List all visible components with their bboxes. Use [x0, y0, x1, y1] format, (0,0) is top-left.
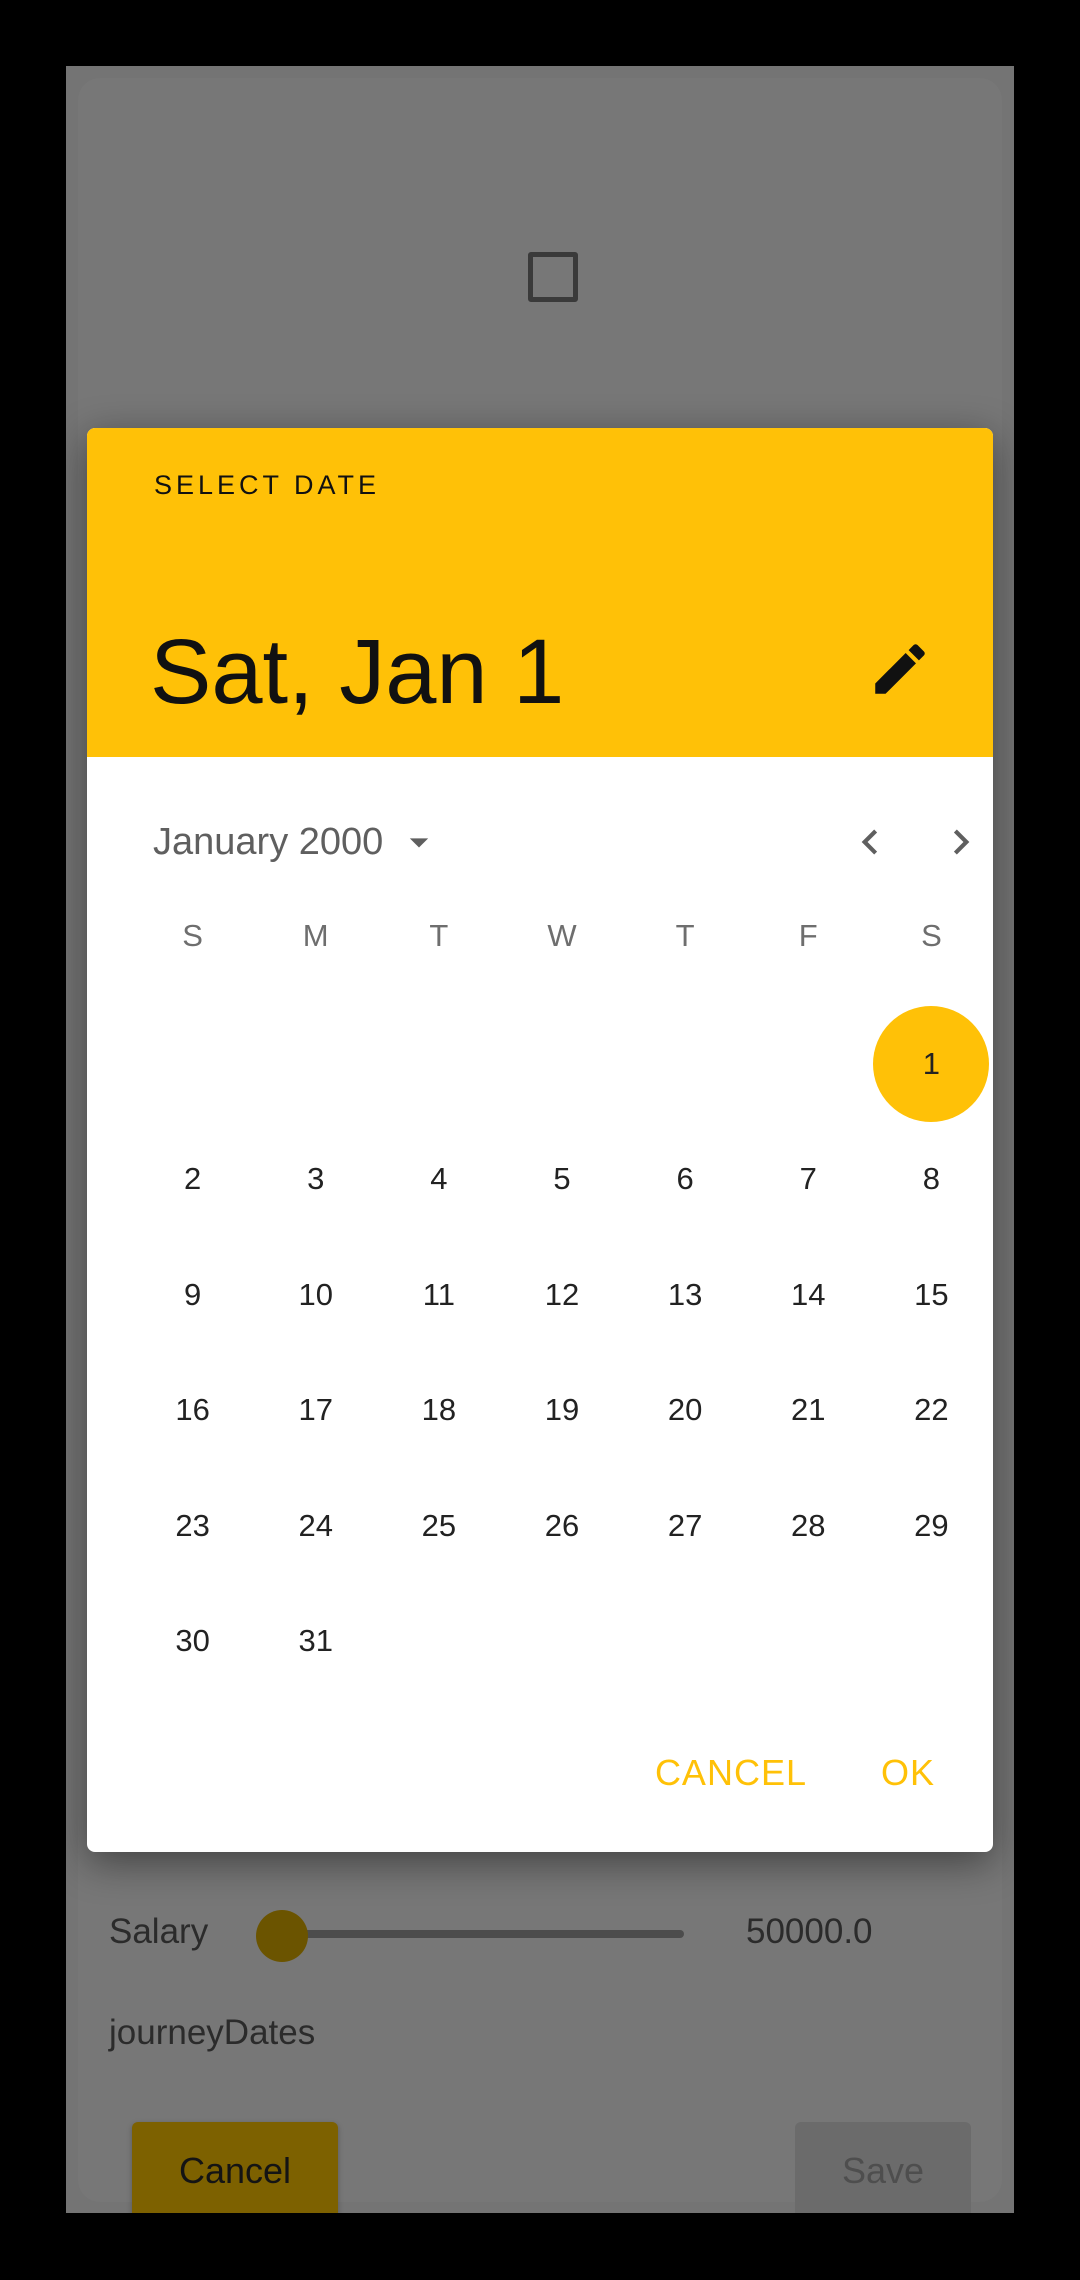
calendar-day[interactable]: 18 — [377, 1353, 500, 1469]
weekday-header-row: S M T W T F S — [131, 918, 993, 968]
calendar-week-row: 16 17 18 19 20 21 22 — [131, 1353, 993, 1469]
empty-day-cell — [377, 1006, 500, 1122]
calendar-day[interactable]: 27 — [624, 1468, 747, 1584]
calendar-day[interactable]: 5 — [500, 1122, 623, 1238]
calendar-day[interactable]: 19 — [500, 1353, 623, 1469]
salary-label: Salary — [109, 1912, 209, 1951]
month-year-selector[interactable]: January 2000 — [153, 802, 441, 882]
calendar-day[interactable]: 21 — [747, 1353, 870, 1469]
calendar-day[interactable]: 30 — [131, 1584, 254, 1700]
selected-date-text: Sat, Jan 1 — [150, 621, 565, 723]
form-cancel-button[interactable]: Cancel — [132, 2122, 338, 2213]
dialog-ok-button[interactable]: OK — [881, 1738, 935, 1808]
dialog-actions: CANCEL OK — [655, 1738, 935, 1808]
calendar-week-row: 9 10 11 12 13 14 15 — [131, 1237, 993, 1353]
select-date-label: SELECT DATE — [154, 470, 381, 500]
calendar-day[interactable]: 3 — [254, 1122, 377, 1238]
previous-month-button[interactable] — [828, 800, 912, 884]
date-picker-header: SELECT DATE Sat, Jan 1 — [87, 428, 993, 757]
empty-day-cell — [747, 1584, 870, 1700]
calendar-day[interactable]: 8 — [870, 1122, 993, 1238]
calendar-week-row: 2345678 — [131, 1122, 993, 1238]
empty-day-cell — [870, 1584, 993, 1700]
next-month-button[interactable] — [919, 800, 993, 884]
journey-dates-label: journeyDates — [109, 2013, 316, 2052]
calendar-week-row: 23 24 25 26 27 28 29 — [131, 1468, 993, 1584]
empty-day-cell — [500, 1584, 623, 1700]
empty-day-cell — [747, 1006, 870, 1122]
form-save-button[interactable]: Save — [795, 2122, 971, 2213]
dialog-cancel-button[interactable]: CANCEL — [655, 1738, 807, 1808]
month-year-label: January 2000 — [153, 820, 384, 863]
calendar-week-row: 30 31 — [131, 1584, 993, 1700]
calendar-day[interactable]: 25 — [377, 1468, 500, 1584]
empty-day-cell — [131, 1006, 254, 1122]
calendar-day[interactable]: 13 — [624, 1237, 747, 1353]
calendar-day[interactable]: 12 — [500, 1237, 623, 1353]
weekday-label: W — [547, 918, 577, 953]
calendar-day[interactable]: 6 — [624, 1122, 747, 1238]
calendar-grid: S M T W T F S 1 2 3 4 5 6 7 8 9 10 11 12 13 14 15 16 17 1… — [131, 918, 993, 1699]
calendar-day[interactable]: 1 — [870, 1006, 993, 1122]
calendar-day[interactable]: 7 — [747, 1122, 870, 1238]
chevron-left-icon — [861, 829, 878, 855]
calendar-day[interactable]: 16 — [131, 1353, 254, 1469]
empty-day-cell — [500, 1006, 623, 1122]
calendar-day[interactable]: 20 — [624, 1353, 747, 1469]
calendar-day[interactable]: 31 — [254, 1584, 377, 1700]
salary-slider-track[interactable] — [284, 1930, 684, 1938]
calendar-day[interactable]: 9 — [131, 1237, 254, 1353]
dropdown-arrow-icon — [410, 838, 429, 848]
weekday-label: S — [182, 918, 203, 953]
calendar-day[interactable]: 2 — [131, 1122, 254, 1238]
calendar-day[interactable]: 29 — [870, 1468, 993, 1584]
calendar-week-row: 1 — [131, 1006, 993, 1122]
edit-pencil-icon[interactable] — [867, 636, 933, 702]
calendar-day[interactable]: 4 — [377, 1122, 500, 1238]
chevron-right-icon — [953, 829, 970, 855]
calendar-day[interactable]: 24 — [254, 1468, 377, 1584]
empty-day-cell — [624, 1584, 747, 1700]
checkbox[interactable] — [528, 252, 578, 302]
weekday-label: S — [921, 918, 942, 953]
empty-day-cell — [254, 1006, 377, 1122]
calendar-day[interactable]: 10 — [254, 1237, 377, 1353]
calendar-day[interactable]: 26 — [500, 1468, 623, 1584]
calendar-day[interactable]: 22 — [870, 1353, 993, 1469]
calendar-days: 1 2 3 4 5 6 7 8 9 10 11 12 13 14 15 16 17 18 19 20 21 22 23 24 2… — [131, 1006, 993, 1699]
calendar-day[interactable]: 11 — [377, 1237, 500, 1353]
weekday-label: T — [429, 918, 449, 953]
salary-value: 50000.0 — [746, 1912, 873, 1951]
calendar-day[interactable]: 28 — [747, 1468, 870, 1584]
weekday-label: T — [675, 918, 695, 953]
calendar-day[interactable]: 23 — [131, 1468, 254, 1584]
calendar-day[interactable]: 17 — [254, 1353, 377, 1469]
weekday-label: F — [798, 918, 818, 953]
empty-day-cell — [624, 1006, 747, 1122]
salary-slider-thumb[interactable] — [256, 1910, 308, 1962]
calendar-day[interactable]: 15 — [870, 1237, 993, 1353]
date-picker-dialog: SELECT DATE Sat, Jan 1 January 2000 S M … — [87, 428, 993, 1852]
calendar-day[interactable]: 14 — [747, 1237, 870, 1353]
weekday-label: M — [302, 918, 329, 953]
empty-day-cell — [377, 1584, 500, 1700]
